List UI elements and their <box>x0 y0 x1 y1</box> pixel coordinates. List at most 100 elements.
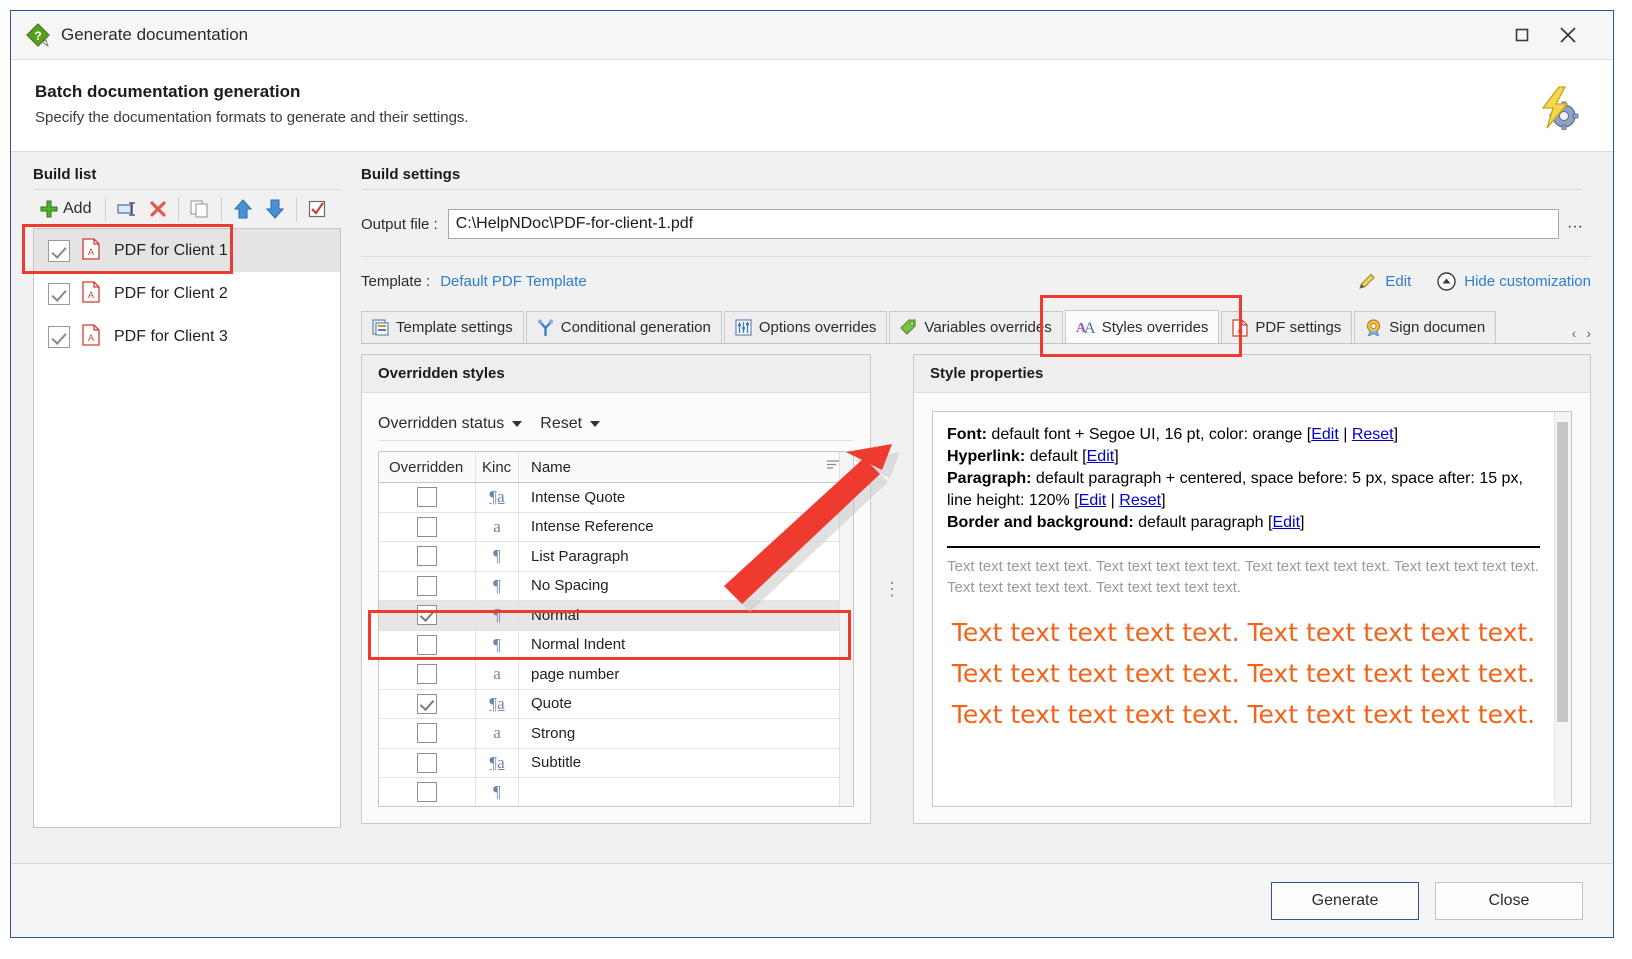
column-header-name[interactable]: Name <box>519 459 853 476</box>
tab-label: Variables overrides <box>924 319 1052 336</box>
row-overridden-checkbox[interactable] <box>379 689 476 718</box>
table-row[interactable]: ¶a Subtitle <box>379 748 853 778</box>
maximize-button[interactable] <box>1499 12 1545 58</box>
paragraph-reset-link[interactable]: Reset <box>1119 492 1161 509</box>
move-up-button[interactable] <box>228 194 258 224</box>
hyperlink-end: ] <box>1114 448 1119 465</box>
row-overridden-checkbox[interactable] <box>379 601 476 630</box>
chevron-down-icon <box>512 420 523 427</box>
tab-scroll-next-icon[interactable]: › <box>1586 326 1591 340</box>
table-row[interactable]: ¶a Intense Quote <box>379 483 853 513</box>
dialog-body: Build list Add A PDF for Client 1 A PDF … <box>11 152 1613 863</box>
tab-pdf-settings[interactable]: A PDF settings <box>1221 311 1353 343</box>
generate-button[interactable]: Generate <box>1271 881 1419 920</box>
toolbar-separator-3 <box>221 197 223 221</box>
close-icon[interactable] <box>1545 12 1591 58</box>
overridden-status-label: Overridden status <box>378 414 505 432</box>
style-font-text: default font + Segoe UI, 16 pt, color: o… <box>986 426 1312 443</box>
row-overridden-checkbox[interactable] <box>379 571 476 600</box>
table-row[interactable]: a Intense Reference <box>379 512 853 542</box>
table-row[interactable]: ¶ Normal Indent <box>379 630 853 660</box>
row-overridden-checkbox[interactable] <box>379 660 476 689</box>
style-properties-content: Font: default font + Segoe UI, 16 pt, co… <box>933 412 1554 806</box>
hide-customization-button[interactable]: Hide customization <box>1437 271 1591 291</box>
toolbar-separator-1 <box>105 197 107 221</box>
browse-button[interactable]: ··· <box>1559 206 1591 242</box>
item-checkbox[interactable] <box>48 325 70 348</box>
list-item-label: PDF for Client 3 <box>114 327 228 345</box>
row-name: Normal Indent <box>531 636 626 654</box>
row-overridden-checkbox[interactable] <box>379 542 476 571</box>
tab-variables-overrides[interactable]: Variables overrides <box>889 311 1063 343</box>
build-list-box[interactable]: A PDF for Client 1 A PDF for Client 2 A … <box>33 228 341 828</box>
row-name: Intense Reference <box>531 518 654 536</box>
svg-text:A: A <box>1238 326 1244 335</box>
tab-styles-overrides[interactable]: A A Styles overrides <box>1064 310 1220 343</box>
row-overridden-checkbox[interactable] <box>379 512 476 541</box>
row-overridden-checkbox[interactable] <box>379 483 476 512</box>
panel-splitter[interactable]: ⋮ <box>883 354 901 824</box>
delete-button[interactable] <box>144 194 172 224</box>
font-edit-link[interactable]: Edit <box>1311 426 1339 443</box>
row-overridden-checkbox[interactable] <box>379 748 476 777</box>
template-value-link[interactable]: Default PDF Template <box>440 273 586 290</box>
table-row[interactable]: ¶a Quote <box>379 689 853 719</box>
row-name: Subtitle <box>531 754 582 772</box>
table-header-row: Overridden Kinc Name <box>379 452 853 483</box>
row-kind-icon: ¶ <box>476 630 519 659</box>
row-overridden-checkbox[interactable] <box>379 630 476 659</box>
table-row[interactable]: ¶ No Spacing <box>379 571 853 601</box>
table-row[interactable]: ¶ List Paragraph <box>379 542 853 572</box>
row-overridden-checkbox[interactable] <box>379 778 476 806</box>
font-reset-link[interactable]: Reset <box>1352 426 1394 443</box>
output-file-input[interactable]: C:\HelpNDoc\PDF-for-client-1.pdf <box>447 209 1559 239</box>
lightning-gear-icon <box>1531 86 1579 131</box>
border-edit-link[interactable]: Edit <box>1272 514 1300 531</box>
column-header-overridden[interactable]: Overridden <box>379 452 476 482</box>
row-name: Quote <box>531 695 572 713</box>
overridden-styles-table[interactable]: Overridden Kinc Name ¶a Intense Quote a … <box>378 451 854 807</box>
style-properties-scrollbar[interactable] <box>1554 412 1571 806</box>
pdf-icon: A <box>82 323 102 350</box>
overridden-status-dropdown[interactable]: Overridden status <box>378 414 523 433</box>
list-item-label: PDF for Client 2 <box>114 284 228 302</box>
table-row[interactable]: a page number <box>379 660 853 690</box>
row-overridden-checkbox[interactable] <box>379 719 476 748</box>
tab-scroll-prev-icon[interactable]: ‹ <box>1572 326 1577 340</box>
list-item[interactable]: A PDF for Client 3 <box>34 315 340 358</box>
tab-template-settings[interactable]: Template settings <box>361 311 524 343</box>
row-name: Strong <box>531 724 576 742</box>
duplicate-button[interactable] <box>185 194 215 224</box>
scrollbar-thumb[interactable] <box>1557 422 1568 722</box>
reset-dropdown[interactable]: Reset <box>540 415 601 433</box>
list-item[interactable]: A PDF for Client 2 <box>34 272 340 315</box>
build-settings-label: Build settings <box>361 166 461 183</box>
column-header-kind[interactable]: Kinc <box>476 452 519 482</box>
row-name: Intense Quote <box>531 488 626 506</box>
tab-label: Template settings <box>396 319 513 336</box>
table-row[interactable]: ¶ Normal <box>379 601 853 631</box>
style-border-text: default paragraph [ <box>1133 514 1273 531</box>
close-button[interactable]: Close <box>1435 881 1583 920</box>
item-checkbox[interactable] <box>48 239 70 262</box>
tab-options-overrides[interactable]: Options overrides <box>723 311 888 343</box>
conditional-generation-icon <box>537 319 554 336</box>
toggle-all-checkbox[interactable] <box>303 194 331 224</box>
tab-sign-document[interactable]: Sign documen <box>1354 311 1497 343</box>
list-item[interactable]: A PDF for Client 1 <box>34 229 340 272</box>
table-row[interactable]: a Strong <box>379 719 853 749</box>
tab-conditional-generation[interactable]: Conditional generation <box>525 311 722 343</box>
rename-button[interactable] <box>112 194 142 224</box>
add-button[interactable]: Add <box>35 194 99 224</box>
item-checkbox[interactable] <box>48 282 70 305</box>
paragraph-edit-link[interactable]: Edit <box>1079 492 1107 509</box>
move-down-button[interactable] <box>260 194 290 224</box>
edit-template-button[interactable]: Edit <box>1357 271 1411 291</box>
table-row[interactable]: ¶ <box>379 778 853 806</box>
app-icon: ? <box>25 22 51 48</box>
tab-bar: Template settings Conditional generation <box>361 309 1591 344</box>
build-list-panel: Build list Add A PDF for Client 1 A PDF … <box>11 152 349 863</box>
table-scrollbar[interactable] <box>839 452 853 806</box>
row-kind-icon: ¶ <box>476 542 519 571</box>
hyperlink-edit-link[interactable]: Edit <box>1087 448 1115 465</box>
